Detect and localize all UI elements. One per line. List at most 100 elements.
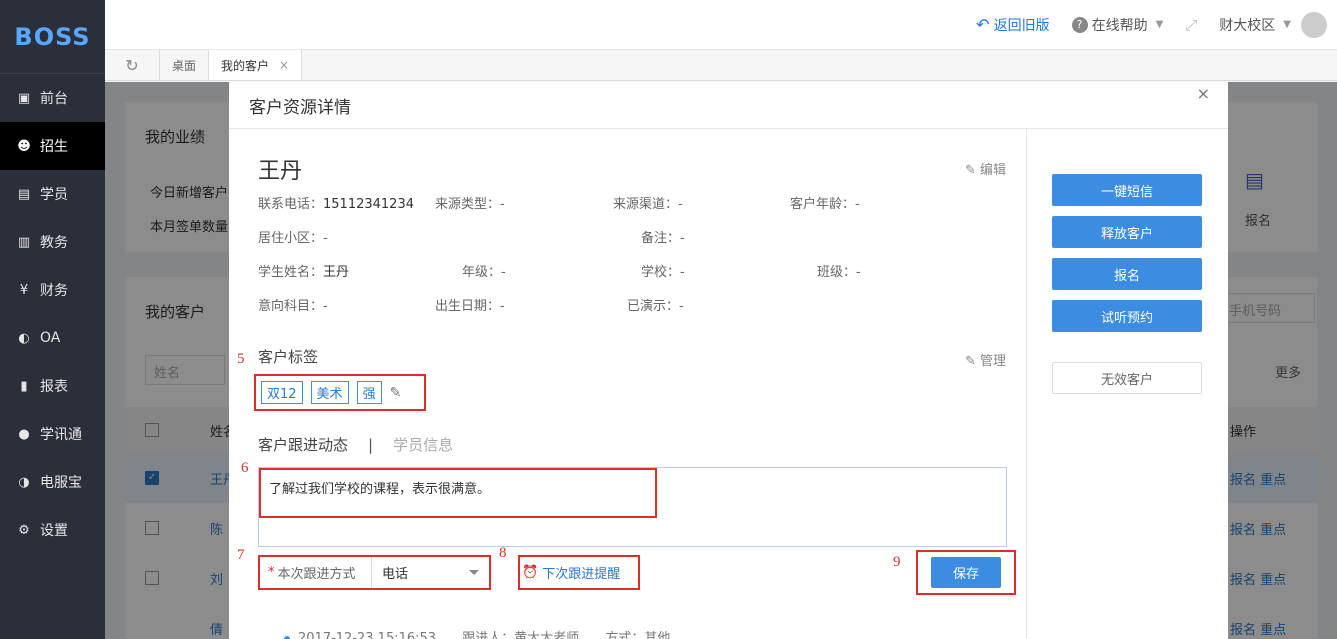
follow-tabs: 客户跟进动态 | 学员信息 [258, 436, 454, 454]
annotation-marker-6: 6 [241, 460, 249, 476]
manage-tags-button[interactable]: ✎ 管理 [965, 350, 1006, 369]
sidebar-item-settings[interactable]: ⚙ 设置 [0, 506, 105, 554]
close-icon[interactable]: × [279, 58, 289, 72]
tag-list: 双12 美术 强 ✎ [254, 374, 426, 411]
student-name-field: 学生姓名：王丹 [258, 265, 350, 280]
sidebar-item-label: 电服宝 [40, 475, 82, 491]
note-field: 备注：- [641, 231, 685, 246]
follow-method-field: * 本次跟进方式 电话 [258, 555, 491, 590]
release-customer-button[interactable]: 释放客户 [1052, 216, 1202, 248]
sidebar-item-xuexuntong[interactable]: ● 学讯通 [0, 410, 105, 458]
sidebar-item-finance[interactable]: ¥ 财务 [0, 266, 105, 314]
tag-item[interactable]: 强 [356, 381, 382, 404]
next-follow-reminder-button[interactable]: ⏰ 下次跟进提醒 [518, 555, 640, 590]
user-add-icon: ☻ [17, 138, 31, 154]
calendar-icon: ▣ [17, 90, 31, 106]
campus-menu[interactable]: 财大校区 ▼ [1219, 11, 1327, 38]
online-help-menu[interactable]: ? 在线帮助 ▼ [1071, 15, 1164, 35]
phone-icon: ◑ [18, 474, 30, 490]
edit-icon: ✎ [964, 163, 976, 178]
sidebar-item-oa[interactable]: ◐ OA [0, 314, 105, 362]
class-field: 班级：- [817, 265, 861, 280]
sidebar-item-label: 学讯通 [40, 427, 82, 443]
tab-desk[interactable]: 桌面 [160, 50, 210, 80]
annotation-marker-7: 7 [237, 547, 245, 563]
tab-my-customers[interactable]: 我的客户 × [209, 50, 303, 80]
trial-booking-button[interactable]: 试听预约 [1052, 300, 1202, 332]
tab-bar: ↻ 桌面 我的客户 × [105, 50, 1337, 81]
grade-field: 年级：- [462, 265, 506, 280]
school-field: 学校：- [641, 265, 685, 280]
sidebar-item-front-desk[interactable]: ▣ 前台 [0, 74, 105, 122]
highlight-box-9: 保存 [916, 550, 1016, 595]
edit-button[interactable]: ✎ 编辑 [965, 159, 1006, 178]
sidebar-item-label: 前台 [40, 91, 68, 107]
sidebar-item-label: OA [40, 330, 61, 346]
avatar[interactable] [1301, 11, 1327, 38]
caret-down-icon [469, 570, 479, 575]
back-old-version-link[interactable]: ↶ 返回旧版 [976, 15, 1049, 35]
expand-icon: ⤢ [1185, 15, 1198, 34]
send-sms-button[interactable]: 一键短信 [1052, 174, 1202, 206]
caret-down-icon: ▼ [1155, 19, 1164, 30]
invalid-customer-button[interactable]: 无效客户 [1052, 362, 1202, 394]
demo-field: 已演示：- [627, 299, 684, 314]
sidebar-item-label: 学员 [40, 187, 68, 203]
sidebar-item-enrollment[interactable]: ☻ 招生 [0, 122, 105, 170]
annotation-marker-5: 5 [237, 351, 245, 367]
fullscreen-button[interactable]: ⤢ [1185, 16, 1197, 34]
bar-chart-icon: ▮ [20, 378, 28, 394]
location-icon: ● [18, 426, 30, 442]
follow-history-item: 2017-12-23 15:16:53 跟进人：黄大大老师 方式：其他 [284, 627, 670, 639]
annotation-marker-8: 8 [499, 545, 507, 561]
book-icon: ▥ [17, 234, 31, 250]
annotation-marker-9: 9 [893, 554, 901, 570]
refresh-icon[interactable]: ↻ [105, 50, 160, 80]
edit-icon: ✎ [964, 354, 976, 369]
save-button[interactable]: 保存 [931, 557, 1001, 588]
source-type-field: 来源类型：- [435, 197, 505, 212]
signup-button[interactable]: 报名 [1052, 258, 1202, 290]
sidebar: BOSS ▣ 前台 ☻ 招生 ▤ 学员 ▥ 教务 ¥ 财务 ◐ OA ▮ 报表 ● 学讯通 ◑ 电… [0, 0, 105, 639]
sidebar-item-label: 教务 [40, 235, 68, 251]
tag-item[interactable]: 美术 [310, 381, 349, 404]
sidebar-item-dianfubao[interactable]: ◑ 电服宝 [0, 458, 105, 506]
tag-item[interactable]: 双12 [261, 381, 303, 404]
modal-title: 客户资源详情 [229, 82, 1228, 129]
sidebar-item-students[interactable]: ▤ 学员 [0, 170, 105, 218]
sidebar-item-label: 招生 [40, 139, 68, 155]
sidebar-item-reports[interactable]: ▮ 报表 [0, 362, 105, 410]
birth-field: 出生日期：- [435, 299, 505, 314]
gear-icon: ⚙ [18, 522, 30, 538]
app-logo[interactable]: BOSS [0, 0, 105, 74]
caret-down-icon: ▼ [1283, 19, 1291, 30]
tab-student-info[interactable]: 学员信息 [393, 436, 453, 454]
toggle-icon: ◐ [18, 330, 30, 346]
help-icon: ? [1071, 16, 1088, 33]
alarm-icon: ⏰ [522, 565, 539, 580]
sidebar-item-academic[interactable]: ▥ 教务 [0, 218, 105, 266]
sidebar-item-label: 财务 [40, 283, 68, 299]
id-card-icon: ▤ [17, 186, 31, 202]
yen-icon: ¥ [19, 282, 29, 298]
tab-follow-up[interactable]: 客户跟进动态 [258, 436, 348, 454]
modal-left-panel: 王丹 ✎ 编辑 联系电话：15112341234 来源类型：- 来源渠道：- 客… [229, 129, 1027, 639]
follow-method-label: * 本次跟进方式 [260, 557, 372, 588]
source-channel-field: 来源渠道：- [613, 197, 683, 212]
modal-right-panel: 一键短信 释放客户 报名 试听预约 无效客户 [1028, 129, 1228, 639]
customer-detail-modal: 客户资源详情 × 王丹 ✎ 编辑 联系电话：15112341234 来源类型：-… [229, 82, 1228, 639]
follow-method-select[interactable]: 电话 [372, 563, 489, 582]
tags-title: 客户标签 [258, 348, 319, 366]
sidebar-item-label: 报表 [40, 379, 68, 395]
customer-name: 王丹 [258, 159, 303, 184]
community-field: 居住小区：- [258, 231, 328, 246]
undo-icon: ↶ [976, 15, 990, 34]
highlight-box-6 [259, 468, 657, 518]
phone-field: 联系电话：15112341234 [258, 197, 414, 212]
sidebar-item-label: 设置 [40, 523, 68, 539]
edit-tags-icon[interactable]: ✎ [390, 385, 402, 401]
age-field: 客户年龄：- [790, 197, 860, 212]
topbar: ↶ 返回旧版 ? 在线帮助 ▼ ⤢ 财大校区 ▼ [105, 0, 1337, 50]
close-icon[interactable]: × [1197, 84, 1210, 103]
subject-field: 意向科目：- [258, 299, 328, 314]
